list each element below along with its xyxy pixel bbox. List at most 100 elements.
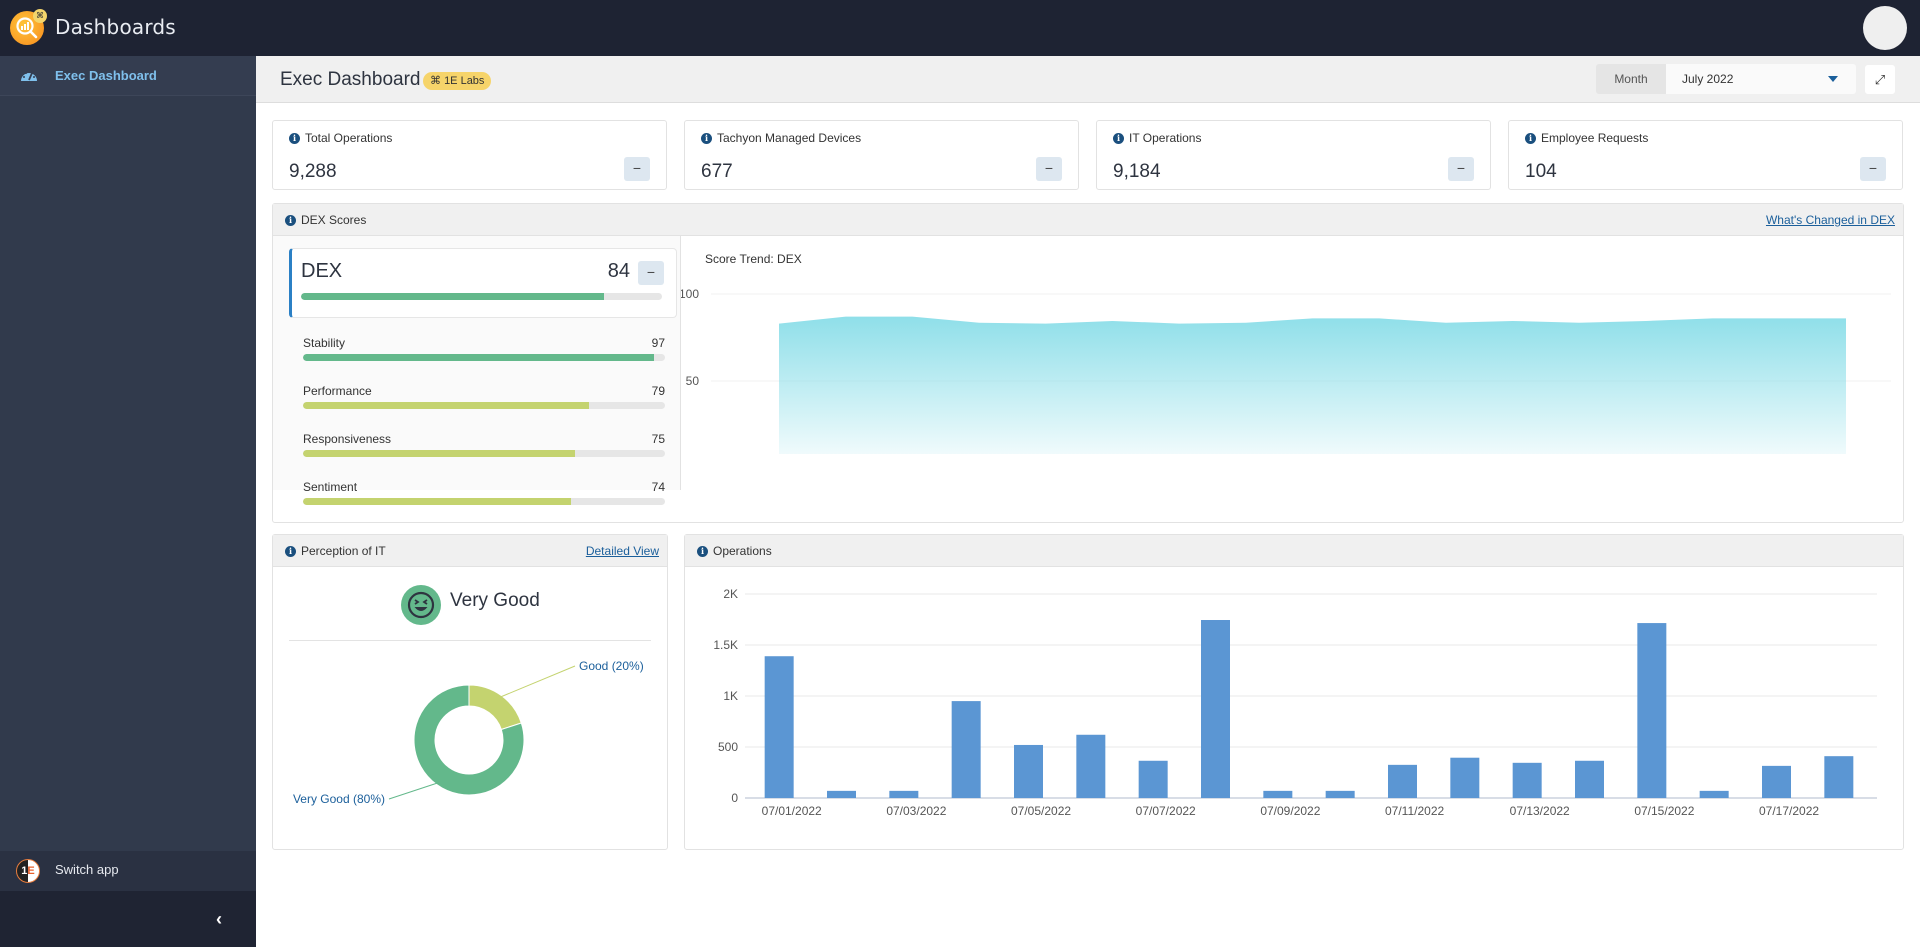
dex-sub-score-responsiveness[interactable]: Responsiveness 75	[303, 432, 665, 472]
panel-title: Operations	[713, 544, 772, 558]
page-header: Exec Dashboard ⌘ 1E Labs Month July 2022…	[256, 56, 1920, 103]
dex-name: DEX	[301, 260, 343, 282]
sidebar-footer: ‹	[0, 891, 256, 947]
score-trend-title: Score Trend: DEX	[705, 252, 802, 266]
fullscreen-button[interactable]: ⤢	[1865, 65, 1895, 94]
operations-bar-chart: 0 500 1K 1.5K 2K 07/01/2022 07/03/2022 07/05/20…	[713, 587, 1877, 818]
sub-score-name: Sentiment	[303, 480, 358, 494]
x-tick-label: 07/07/2022	[1136, 804, 1196, 818]
badge-label: 1E Labs	[444, 75, 485, 87]
sidebar-item-label: Exec Dashboard	[55, 68, 157, 83]
expand-icon: ⤢	[1874, 72, 1886, 87]
operations-bar	[1325, 790, 1355, 798]
info-icon[interactable]: i	[697, 545, 708, 557]
operations-bar	[1138, 760, 1168, 798]
switch-app-button[interactable]: 1E Switch app	[0, 851, 256, 891]
operations-bar	[1762, 765, 1791, 798]
chevron-left-icon[interactable]: ‹	[216, 909, 222, 930]
panel-title: DEX Scores	[301, 213, 367, 227]
sidebar-item-exec-dashboard[interactable]: Exec Dashboard	[0, 56, 256, 96]
collapse-button[interactable]: −	[1036, 157, 1062, 181]
dex-main-score-card[interactable]: DEX 84 −	[289, 248, 677, 318]
operations-bar	[1201, 620, 1230, 798]
switch-app-label: Switch app	[55, 862, 119, 877]
collapse-button[interactable]: −	[624, 157, 650, 181]
perception-overall: Very Good	[450, 590, 540, 611]
x-tick-label: 07/03/2022	[886, 804, 946, 818]
sub-score-name: Responsiveness	[303, 432, 392, 446]
top-bar: ⌘ Dashboards	[0, 0, 1920, 56]
page-title: Exec Dashboard	[280, 69, 421, 90]
kpi-card-it-operations: i IT Operations 9,184 −	[1096, 120, 1491, 190]
user-avatar[interactable]	[1863, 6, 1907, 50]
perception-of-it-panel: i Perception of IT Detailed View Very Goo…	[272, 534, 668, 850]
month-dropdown[interactable]: July 2022	[1666, 64, 1856, 94]
detailed-view-link[interactable]: Detailed View	[586, 544, 659, 558]
dex-score: 84	[607, 260, 630, 282]
dex-progress-fill	[301, 293, 605, 300]
1e-logo-icon: 1E	[16, 859, 40, 883]
collapse-button[interactable]: −	[1860, 157, 1886, 181]
sub-score-fill	[303, 354, 655, 361]
operations-bar	[1575, 760, 1604, 798]
sub-score-value: 97	[651, 336, 665, 350]
score-trend-chart: 05010007/01/202207/03/202207/05/202207/0…	[681, 287, 1891, 454]
kpi-card-employee-requests: i Employee Requests 104 −	[1508, 120, 1903, 190]
dex-score-list: DEX 84 − Stability 97 Performance 79 Res…	[273, 236, 681, 505]
info-icon[interactable]: i	[1525, 132, 1536, 144]
app-title: Dashboards	[55, 15, 176, 39]
dex-scores-panel: i DEX Scores What's Changed in DEX DEX 84…	[272, 203, 1904, 523]
y-tick-label: 0	[731, 791, 738, 805]
period-type-label[interactable]: Month	[1596, 64, 1666, 94]
sub-score-bar	[303, 402, 665, 409]
info-icon[interactable]: i	[285, 545, 296, 557]
operations-bar	[951, 701, 981, 798]
info-icon[interactable]: i	[289, 132, 300, 144]
sub-score-bar	[303, 354, 665, 361]
x-tick-label: 07/13/2022	[1510, 804, 1570, 818]
sub-score-fill	[303, 402, 589, 409]
dex-progress-bar	[301, 293, 662, 300]
operations-bar	[1076, 734, 1106, 798]
x-tick-label: 07/11/2022	[1385, 804, 1444, 818]
dex-sub-score-performance[interactable]: Performance 79	[303, 384, 665, 424]
sub-score-value: 79	[651, 384, 665, 398]
perception-donut-chart: Good (20%) Very Good (80%)	[293, 659, 644, 806]
labs-badge-icon: ⌘	[33, 9, 47, 23]
logo-right-char: E	[27, 865, 35, 877]
speedometer-icon	[21, 72, 37, 81]
x-tick-label: 07/09/2022	[1260, 804, 1320, 818]
operations-bar	[889, 790, 919, 798]
kpi-value: 677	[701, 161, 733, 182]
operations-bar	[1512, 762, 1542, 798]
y-tick-label: 2K	[723, 587, 738, 601]
y-tick-label: 1K	[723, 689, 738, 703]
kpi-title: IT Operations	[1129, 131, 1202, 145]
dashboards-logo-icon[interactable]: ⌘	[10, 9, 47, 45]
whats-changed-link[interactable]: What's Changed in DEX	[1766, 213, 1895, 227]
panel-header: i DEX Scores What's Changed in DEX	[273, 204, 1903, 236]
dex-sub-score-stability[interactable]: Stability 97	[303, 336, 665, 376]
collapse-button[interactable]: −	[638, 261, 664, 285]
collapse-button[interactable]: −	[1448, 157, 1474, 181]
panel-header: i Operations	[685, 535, 1903, 567]
x-tick-label: 07/17/2022	[1759, 804, 1819, 818]
dex-sub-score-sentiment[interactable]: Sentiment 74	[303, 480, 665, 520]
info-icon[interactable]: i	[285, 214, 296, 226]
sub-score-fill	[303, 450, 575, 457]
kpi-value: 9,288	[289, 161, 337, 182]
info-icon[interactable]: i	[1113, 132, 1124, 144]
labs-icon: ⌘	[430, 75, 441, 87]
info-icon[interactable]: i	[701, 132, 712, 144]
dex-trend-area	[779, 316, 1846, 454]
kpi-value: 9,184	[1113, 161, 1161, 182]
panel-header: i Perception of IT Detailed View	[273, 535, 667, 567]
sidebar: Exec Dashboard 1E Switch app ‹	[0, 56, 256, 947]
donut-label: Very Good (80%)	[293, 792, 385, 806]
panel-title: Perception of IT	[301, 544, 386, 558]
sub-score-name: Stability	[303, 336, 346, 350]
y-tick-label: 1.5K	[713, 638, 738, 652]
operations-bar	[827, 790, 856, 798]
operations-bar	[1637, 623, 1667, 798]
y-tick-label: 100	[681, 287, 699, 301]
